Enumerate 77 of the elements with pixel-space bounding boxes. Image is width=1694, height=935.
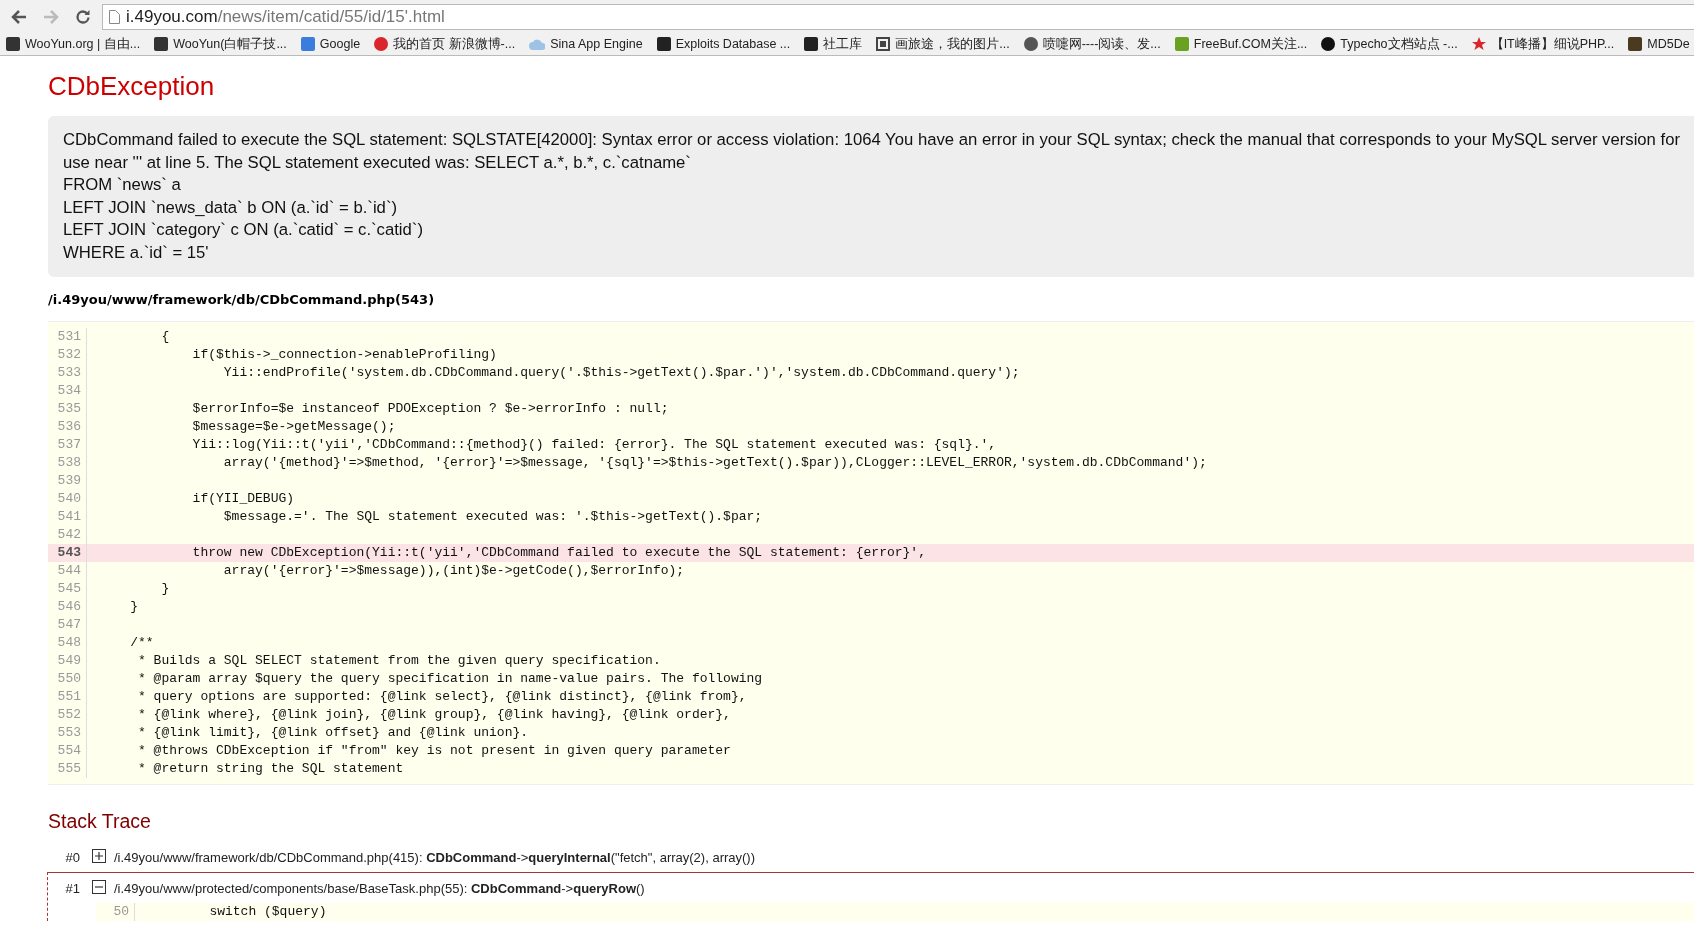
line-number: 555	[48, 760, 87, 778]
collapse-button[interactable]	[92, 880, 108, 896]
bookmark[interactable]: MD5De	[1628, 37, 1690, 51]
bookmark[interactable]: 喷嚏网----阅读、发...	[1023, 35, 1161, 53]
line-number: 550	[48, 670, 87, 688]
bookmark[interactable]: 我的首页 新浪微博-...	[374, 35, 516, 53]
code-line: Yii::endProfile('system.db.CDbCommand.query('.$this->getText().$par.')','system.db.CDbCommand.query');	[222, 364, 1020, 382]
bookmark[interactable]: Sina App Engine	[529, 37, 643, 51]
line-number: 540	[48, 490, 87, 508]
section-heading: Stack Trace	[48, 809, 152, 834]
line-number: 548	[48, 634, 87, 652]
line-number: 546	[48, 598, 87, 616]
line-number: 539	[48, 472, 87, 490]
code-line: $errorInfo=$e instanceof PDOException ? $e->errorInfo : null;	[191, 400, 669, 418]
bookmark[interactable]: Exploits Database ...	[656, 37, 791, 51]
code-line: * {@link limit}, {@link offset} and {@link union}.	[137, 724, 529, 742]
line-number: 544	[48, 562, 87, 580]
line-number: 551	[48, 688, 87, 706]
stack-frame-call: /i.49you/www/framework/db/CDbCommand.php(415): CDbCommand->queryInternal("fetch", array(2), array())	[114, 849, 755, 865]
bookmark[interactable]: Google	[300, 37, 361, 51]
code-line: * @return string the SQL statement	[137, 760, 404, 778]
line-number: 552	[48, 706, 87, 724]
bookmark[interactable]: WooYun(白帽子技...	[154, 35, 287, 53]
line-number: 541	[48, 508, 87, 526]
source-file-path: /i.49you/www/framework/db/CDbCommand.php(543)	[48, 291, 436, 309]
code-line: * {@link where}, {@link join}, {@link group}, {@link having}, {@link order},	[137, 706, 731, 724]
code-line: {	[160, 328, 170, 346]
code-line: if($this->_connection->enableProfiling)	[191, 346, 497, 364]
line-number: 545	[48, 580, 87, 598]
line-number: 535	[48, 400, 87, 418]
stack-frame-call: /i.49you/www/protected/components/base/BaseTask.php(55): CDbCommand->queryRow()	[114, 880, 645, 896]
bookmark[interactable]: FreeBuf.COM关注...	[1174, 35, 1308, 53]
back-arrow-icon	[11, 9, 27, 24]
code-line: Yii::log(Yii::t('yii','CDbCommand::{method}() failed: {error}. The SQL statement executed was: {sql}.',	[191, 436, 997, 454]
error-title: CDbException	[48, 70, 216, 103]
code-line: $message=$e->getMessage();	[191, 418, 396, 436]
address-field[interactable]: i.49you.com/news/item/catid/55/id/15'.html	[102, 3, 1694, 30]
line-number: 553	[48, 724, 87, 742]
line-number: 531	[48, 328, 87, 346]
code-line: switch ($query)	[208, 903, 327, 921]
frame-index: #1	[64, 880, 80, 896]
code-line: array('{method}'=>$method, '{error}'=>$message, '{sql}'=>$this->getText().$par)),CLogger::LEVEL_ERROR,'system.db.CDbCommand');	[222, 454, 1207, 472]
line-number: 50	[96, 903, 135, 921]
code-line: $message.='. The SQL statement executed was: '.$this->getText().$par;	[222, 508, 763, 526]
minus-icon	[92, 880, 106, 894]
page-icon	[109, 9, 120, 24]
code-line: }	[129, 598, 138, 616]
code-line: if(YII_DEBUG)	[191, 490, 295, 508]
code-line: throw new CDbException(Yii::t('yii','CDbCommand failed to execute the SQL statement: {error}',	[191, 544, 926, 562]
line-number: 537	[48, 436, 87, 454]
bookmark[interactable]: Typecho文档站点 -...	[1321, 35, 1458, 53]
plus-icon	[92, 849, 106, 863]
line-number: 554	[48, 742, 87, 760]
code-line: }	[160, 580, 170, 598]
line-number: 543	[48, 544, 87, 562]
code-line: * Builds a SQL SELECT statement from the given query specification.	[137, 652, 661, 670]
frame-index: #0	[64, 849, 80, 865]
reload-icon	[75, 8, 91, 25]
code-line: * @throws CDbException if "from" key is not present in given query parameter	[137, 742, 731, 760]
line-number: 547	[48, 616, 87, 634]
code-line: array('{error}'=>$message)),(int)$e->getCode(),$errorInfo);	[222, 562, 685, 580]
code-line: * query options are supported: {@link select}, {@link distinct}, {@link from},	[137, 688, 747, 706]
bookmark[interactable]: 画旅途，我的图片...	[876, 35, 1010, 53]
bookmark[interactable]: 【IT峰播】细说PHP...	[1471, 35, 1615, 53]
line-number: 549	[48, 652, 87, 670]
line-number: 534	[48, 382, 87, 400]
forward-arrow-icon	[43, 9, 59, 24]
line-number: 536	[48, 418, 87, 436]
bookmark[interactable]: 社工库	[804, 35, 863, 53]
bookmark[interactable]: WooYun.org | 自由...	[6, 35, 141, 53]
code-line: * @param array $query the query specification in name-value pairs. The following	[137, 670, 763, 688]
line-number: 538	[48, 454, 87, 472]
expand-button[interactable]	[92, 849, 108, 865]
line-number: 532	[48, 346, 87, 364]
line-number: 533	[48, 364, 87, 382]
code-line: /**	[129, 634, 154, 652]
error-message: CDbCommand failed to execute the SQL statement: SQLSTATE[42000]: Syntax error or access violation: 1064 You have an error in your SQL syntax; check the manual that corresponds to your MySQL server version for use near ''' at line 5. The SQL statement executed was: SELECT a.*, b.*, c.`catname` FROM `news` a LEFT JOIN `news_data` b ON (a.`id` = b.`id`) LEFT JOIN `category` c ON (a.`catid` = c.`catid`) WHERE a.`id` = 15'	[48, 116, 1694, 277]
